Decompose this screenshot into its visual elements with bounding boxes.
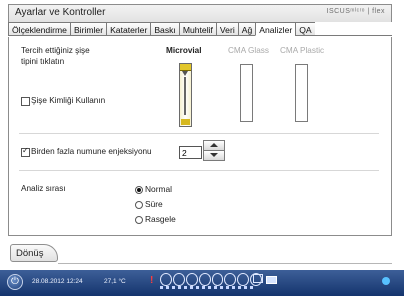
tray-box-icon bbox=[253, 274, 263, 283]
vial-stem bbox=[184, 77, 186, 115]
settings-tabs: Ölçeklendirme Birimler Kataterler Baskı … bbox=[8, 22, 392, 36]
analyses-panel: Tercih ettiğiniz şişe tipini tıklatın Mi… bbox=[8, 37, 392, 236]
analysis-order-label: Analiz sırası bbox=[21, 184, 66, 193]
power-icon: ⏻ bbox=[11, 276, 19, 287]
tab-analyses[interactable]: Analizler bbox=[255, 22, 296, 36]
order-duration-label: Süre bbox=[145, 199, 163, 209]
tray-slot bbox=[237, 273, 250, 286]
tab-misc[interactable]: Muhtelif bbox=[178, 22, 216, 36]
section-divider-1 bbox=[19, 133, 379, 134]
section-divider-2 bbox=[19, 170, 379, 171]
power-button[interactable]: ⏻ bbox=[7, 274, 23, 290]
injection-count-stepper[interactable] bbox=[203, 140, 225, 161]
tab-network[interactable]: Ağ bbox=[237, 22, 256, 36]
tab-qa[interactable]: QA bbox=[295, 22, 315, 36]
tab-strip-filler bbox=[314, 22, 392, 36]
tray-slot bbox=[172, 273, 185, 286]
tray-slot bbox=[224, 273, 237, 286]
tray-slot bbox=[198, 273, 211, 286]
order-normal-radio[interactable] bbox=[135, 186, 143, 194]
order-random-label: Rasgele bbox=[145, 214, 176, 224]
tab-scaling[interactable]: Ölçeklendirme bbox=[8, 22, 70, 36]
tray-mini-indicator bbox=[160, 286, 256, 289]
vial-arrow-icon bbox=[182, 71, 188, 76]
vial-type-microvial-label[interactable]: Microvial bbox=[166, 46, 202, 55]
order-normal-label: Normal bbox=[145, 184, 172, 194]
title-bar: Ayarlar ve Kontroller ISCUSᵐᴵᶜʳᵒ | flex bbox=[8, 4, 392, 22]
tray-slot bbox=[160, 273, 172, 286]
tab-units[interactable]: Birimler bbox=[69, 22, 107, 36]
vial-cap bbox=[180, 64, 191, 71]
tray-slot bbox=[185, 273, 198, 286]
order-random-radio[interactable] bbox=[135, 216, 143, 224]
brand-logo: ISCUSᵐᴵᶜʳᵒ | flex bbox=[326, 8, 385, 15]
vial-type-cma-glass-label[interactable]: CMA Glass bbox=[228, 46, 269, 55]
tab-catheters[interactable]: Kataterler bbox=[106, 22, 151, 36]
use-bottle-id-label: Şişe Kimliği Kullanın bbox=[31, 96, 106, 105]
multi-injection-label: Birden fazla numune enjeksiyonu bbox=[31, 147, 152, 156]
cma-plastic-vial-icon[interactable] bbox=[295, 64, 308, 122]
multi-injection-checkbox[interactable] bbox=[21, 146, 30, 157]
warning-icon[interactable]: ! bbox=[150, 275, 153, 286]
vial-bottom bbox=[181, 119, 190, 125]
tray-slot bbox=[211, 273, 224, 286]
temperature-display: 27,1 °C bbox=[104, 278, 126, 285]
status-bar: ⏻ 28.08.2012 12:24 27,1 °C ! bbox=[0, 270, 404, 296]
use-bottle-id-checkbox[interactable] bbox=[21, 97, 30, 106]
order-duration-radio[interactable] bbox=[135, 201, 143, 209]
vial-prompt-line1: Tercih ettiğiniz şişe bbox=[21, 46, 90, 55]
vial-prompt-line2: tipini tıklatın bbox=[21, 57, 65, 66]
settings-window: Ayarlar ve Kontroller ISCUSᵐᴵᶜʳᵒ | flex … bbox=[0, 0, 404, 296]
back-button[interactable]: Dönüş bbox=[10, 244, 58, 262]
network-status-icon bbox=[382, 277, 390, 285]
datetime-display: 28.08.2012 12:24 bbox=[32, 278, 83, 285]
connection-icon bbox=[266, 276, 277, 284]
tab-data[interactable]: Veri bbox=[215, 22, 238, 36]
microvial-vial-icon[interactable] bbox=[179, 63, 192, 127]
cma-glass-vial-icon[interactable] bbox=[240, 64, 253, 122]
vial-type-cma-plastic-label[interactable]: CMA Plastic bbox=[280, 46, 324, 55]
injection-count-input[interactable]: 2 bbox=[179, 146, 202, 159]
tab-print[interactable]: Baskı bbox=[150, 22, 179, 36]
window-title: Ayarlar ve Kontroller bbox=[15, 7, 106, 18]
footer-divider bbox=[58, 263, 392, 264]
decrement-button[interactable] bbox=[203, 150, 225, 161]
